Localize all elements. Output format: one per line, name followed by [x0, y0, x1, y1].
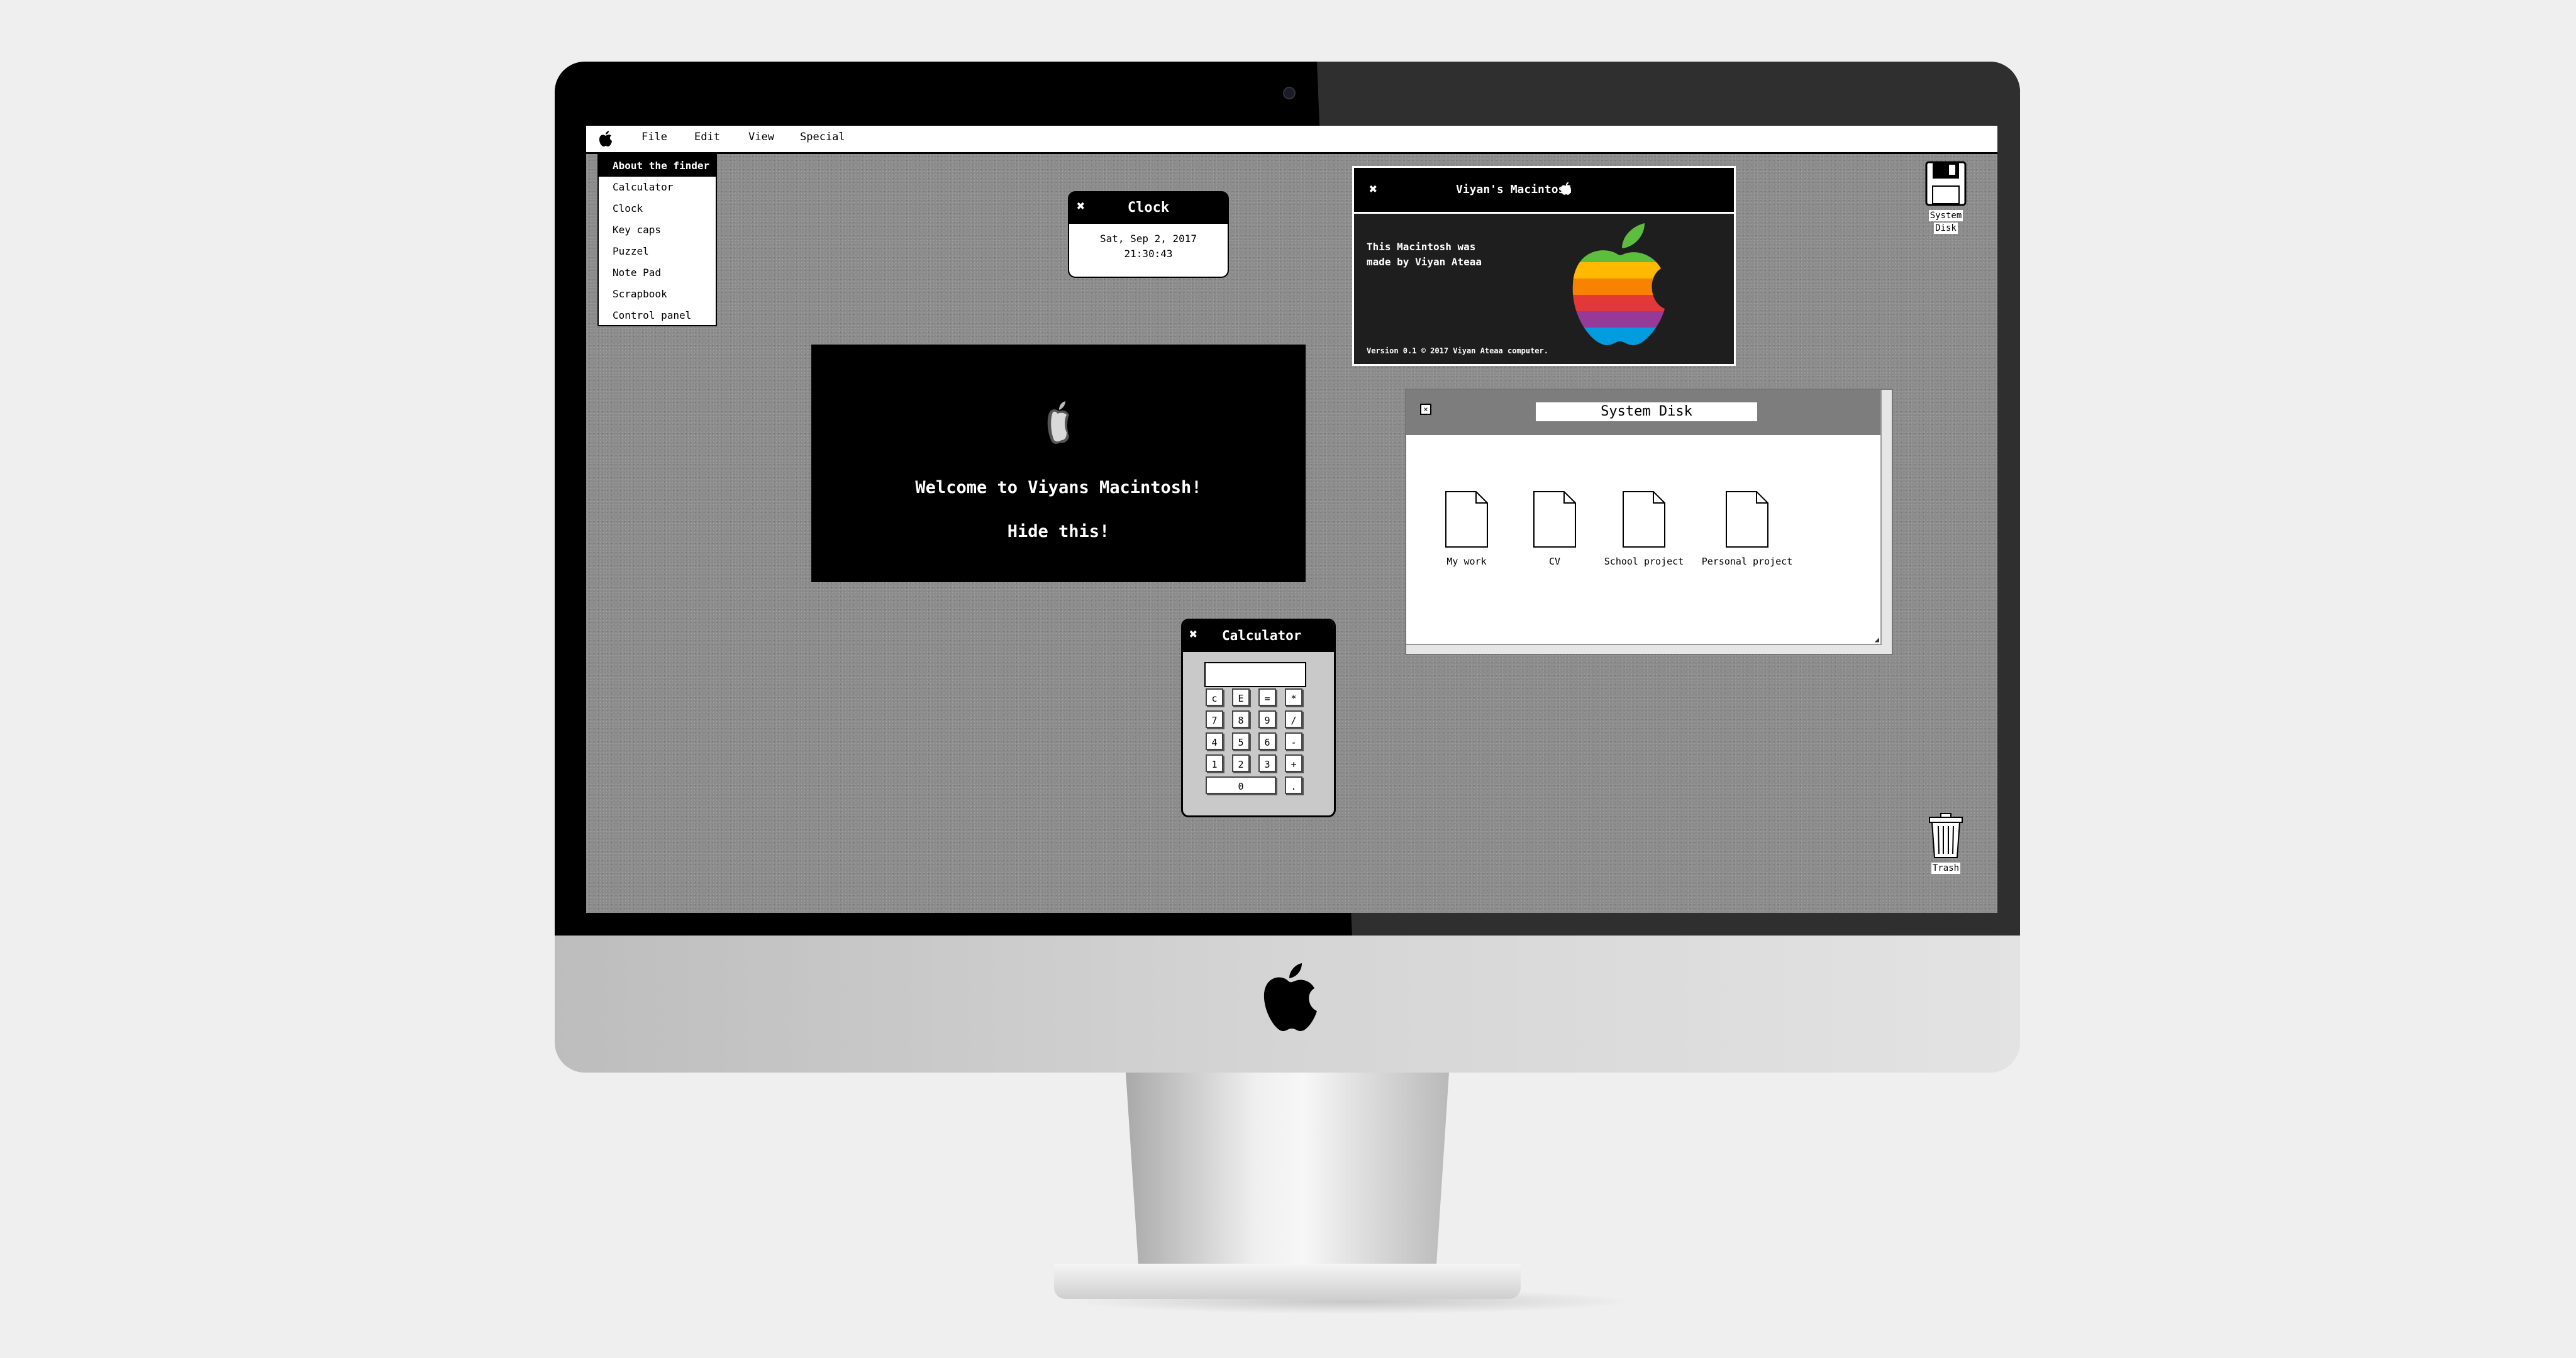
file-label: School project: [1604, 556, 1684, 567]
document-icon: [1445, 491, 1488, 548]
calculator-title: Calculator: [1222, 628, 1302, 643]
calc-key-multiply[interactable]: *: [1285, 688, 1302, 706]
calc-key-0[interactable]: 0: [1206, 776, 1276, 794]
apple-logo-icon: [1263, 963, 1317, 1031]
apple-icon[interactable]: [599, 131, 613, 147]
document-icon: [1623, 491, 1665, 548]
system-disk-title: System Disk: [1536, 402, 1757, 421]
calc-key-2[interactable]: 2: [1232, 754, 1250, 772]
menu-item-calculator[interactable]: Calculator: [599, 177, 716, 198]
calc-key-6[interactable]: 6: [1258, 732, 1276, 750]
file-school-project[interactable]: School project: [1600, 490, 1688, 567]
file-cv[interactable]: CV: [1511, 490, 1599, 567]
calc-key-c[interactable]: c: [1206, 688, 1223, 706]
calc-key-4[interactable]: 4: [1206, 732, 1223, 750]
calc-key-5[interactable]: 5: [1232, 732, 1250, 750]
calc-key-minus[interactable]: -: [1285, 732, 1302, 750]
disk-label-line-1: System: [1928, 210, 1963, 221]
camera-icon: [1283, 87, 1296, 99]
menu-item-control-panel[interactable]: Control panel: [599, 305, 716, 326]
menu-item-note-pad[interactable]: Note Pad: [599, 262, 716, 284]
calc-key-7[interactable]: 7: [1206, 710, 1223, 728]
clock-time: 21:30:43: [1124, 248, 1173, 260]
menu-item-key-caps[interactable]: Key caps: [599, 219, 716, 241]
vertical-scrollbar[interactable]: [1880, 390, 1892, 654]
clock-title: Clock: [1127, 200, 1170, 216]
floppy-disk-icon: [1925, 161, 1967, 206]
apple-icon: [1560, 182, 1572, 195]
clock-body: Sat, Sep 2, 2017 21:30:43: [1069, 224, 1228, 277]
about-line-1: This Macintosh was: [1367, 241, 1476, 253]
calc-key-decimal[interactable]: .: [1285, 776, 1302, 794]
trash-can-icon: [1929, 813, 1963, 858]
document-icon: [1533, 491, 1576, 548]
menu-view[interactable]: View: [748, 131, 774, 143]
menu-edit[interactable]: Edit: [694, 131, 720, 143]
menu-bar: File Edit View Special: [586, 126, 1997, 154]
document-icon: [1726, 491, 1768, 548]
system-disk-window: × System Disk My work CV School project …: [1405, 389, 1893, 655]
calc-key-1[interactable]: 1: [1206, 754, 1223, 772]
calc-key-divide[interactable]: /: [1285, 710, 1302, 728]
welcome-heading: Welcome to Viyans Macintosh!: [915, 478, 1202, 497]
menu-item-scrapbook[interactable]: Scrapbook: [599, 284, 716, 305]
close-icon[interactable]: ✖: [1189, 627, 1197, 643]
file-my-work[interactable]: My work: [1423, 490, 1511, 567]
calculator-display: [1204, 662, 1306, 687]
about-footer: Version 0.1 © 2017 Viyan Ateaa computer.: [1367, 346, 1548, 355]
desktop-screen: File Edit View Special About the finder …: [586, 126, 1997, 913]
clock-date: Sat, Sep 2, 2017: [1099, 233, 1197, 245]
close-box-icon[interactable]: ×: [1420, 404, 1431, 415]
close-icon[interactable]: ✖: [1369, 182, 1377, 197]
welcome-window: Welcome to Viyans Macintosh! Hide this!: [811, 345, 1306, 582]
file-label: My work: [1446, 556, 1487, 567]
imac-stand: [1126, 1073, 1449, 1270]
menu-item-clock[interactable]: Clock: [599, 198, 716, 219]
calc-key-3[interactable]: 3: [1258, 754, 1276, 772]
about-line-2: made by Viyan Ateaa: [1367, 256, 1482, 268]
disk-label-line-2: Disk: [1934, 223, 1958, 234]
resize-handle-icon[interactable]: ◢: [1875, 635, 1879, 644]
apple-3d-icon: [1047, 401, 1069, 444]
trash-desktop-icon[interactable]: Trash: [1921, 812, 1971, 881]
file-personal-project[interactable]: Personal project: [1697, 490, 1797, 567]
imac-foot: [1054, 1264, 1521, 1299]
apple-dropdown-menu: About the finder Calculator Clock Key ca…: [597, 154, 717, 326]
about-title-bar: ✖ Viyan's Macintosh: [1354, 168, 1734, 214]
system-disk-icon[interactable]: System Disk: [1921, 161, 1971, 236]
menu-file[interactable]: File: [641, 131, 667, 143]
menu-special[interactable]: Special: [800, 131, 845, 143]
file-label: CV: [1548, 556, 1561, 567]
trash-label: Trash: [1931, 863, 1961, 874]
calc-key-e[interactable]: E: [1232, 688, 1250, 706]
about-title: Viyan's Macintosh: [1456, 183, 1572, 196]
calculator-window: ✖ Calculator c E = * 7 8 9 / 4 5 6 - 1 2…: [1181, 619, 1336, 817]
calc-key-plus[interactable]: +: [1285, 754, 1302, 772]
hide-welcome-link[interactable]: Hide this!: [811, 522, 1306, 541]
rainbow-apple-logo: [1572, 223, 1665, 345]
system-disk-title-bar[interactable]: × System Disk: [1406, 390, 1880, 435]
clock-window: ✖ Clock Sat, Sep 2, 2017 21:30:43: [1068, 191, 1229, 278]
menu-item-puzzel[interactable]: Puzzel: [599, 241, 716, 262]
menu-item-about-finder[interactable]: About the finder: [599, 155, 716, 177]
calculator-title-bar[interactable]: ✖ Calculator: [1183, 621, 1334, 652]
about-window: ✖ Viyan's Macintosh This Macintosh was m…: [1352, 166, 1736, 366]
calc-key-8[interactable]: 8: [1232, 710, 1250, 728]
calc-key-9[interactable]: 9: [1258, 710, 1276, 728]
calc-key-equals[interactable]: =: [1258, 688, 1276, 706]
horizontal-scrollbar[interactable]: [1406, 644, 1882, 654]
file-label: Personal project: [1701, 556, 1793, 567]
